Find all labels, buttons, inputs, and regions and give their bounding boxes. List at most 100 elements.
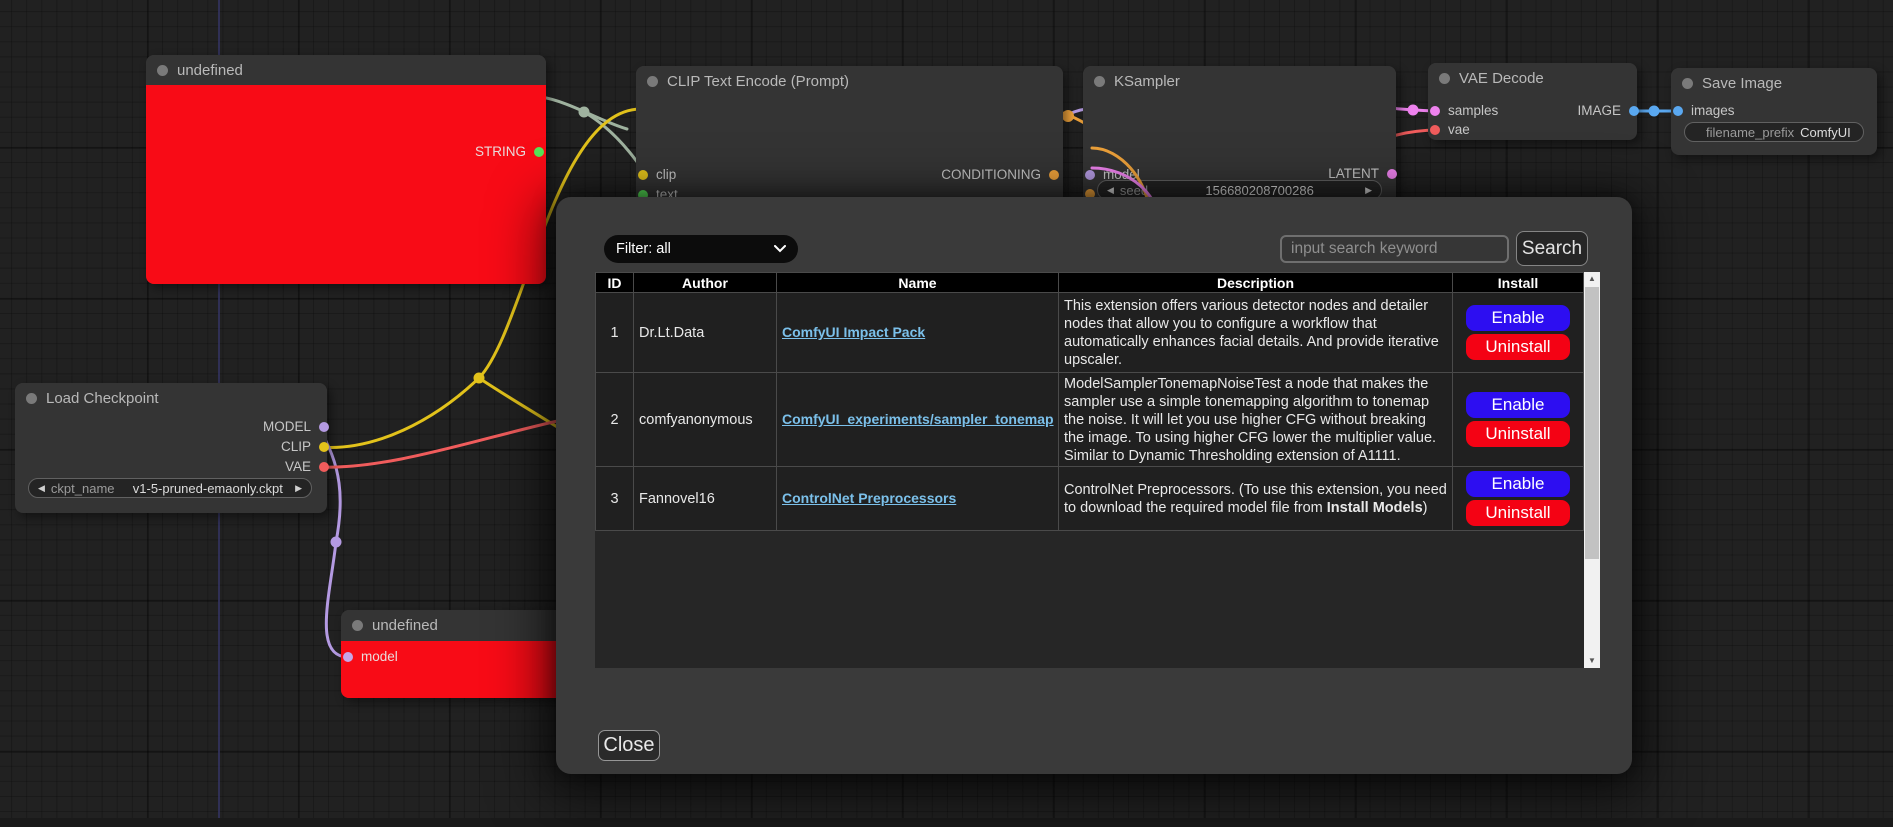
node-load-checkpoint[interactable]: Load Checkpoint MODEL CLIP VAE ◀ ckpt_na… (15, 383, 327, 513)
node-ksampler[interactable]: KSampler model positive negative latent_… (1083, 66, 1396, 206)
slot-dot[interactable] (1085, 170, 1095, 180)
next-arrow-icon[interactable]: ▶ (295, 483, 302, 494)
widget-label: filename_prefix (1706, 125, 1794, 140)
output-slot-conditioning[interactable]: CONDITIONING (941, 166, 1053, 184)
wire-string-to-text (541, 97, 627, 129)
uninstall-button[interactable]: Uninstall (1466, 500, 1570, 526)
cell-description: This extension offers various detector n… (1059, 293, 1453, 373)
slot-dot[interactable] (319, 462, 329, 472)
slot-dot[interactable] (319, 422, 329, 432)
node-collapse-dot-icon[interactable] (647, 76, 658, 87)
decrement-arrow-icon[interactable]: ◀ (1107, 185, 1114, 196)
node-title: KSampler (1114, 73, 1180, 90)
uninstall-button[interactable]: Uninstall (1466, 334, 1570, 360)
scrollbar-up-arrow-icon[interactable]: ▲ (1584, 272, 1600, 286)
node-collapse-dot-icon[interactable] (1682, 78, 1693, 89)
cell-author: Fannovel16 (634, 467, 777, 531)
node-clip-text-encode[interactable]: CLIP Text Encode (Prompt) clip text COND… (636, 66, 1063, 200)
increment-arrow-icon[interactable]: ▶ (1365, 185, 1372, 196)
slot-dot[interactable] (1049, 170, 1059, 180)
output-slot-string[interactable]: STRING (475, 143, 538, 161)
close-button[interactable]: Close (598, 730, 660, 761)
node-title: Save Image (1702, 75, 1782, 92)
slot-dot[interactable] (1673, 106, 1683, 116)
node-title-bar[interactable]: KSampler (1083, 66, 1396, 96)
cell-install: Enable Uninstall (1453, 373, 1584, 467)
wire-midpoint-dot (1062, 110, 1074, 122)
slot-dot[interactable] (1430, 106, 1440, 116)
node-collapse-dot-icon[interactable] (157, 65, 168, 76)
table-header-row: ID Author Name Description Install (596, 273, 1584, 293)
canvas-edge (0, 818, 1893, 827)
slot-dot[interactable] (534, 147, 544, 157)
extension-link[interactable]: ComfyUI_experiments/sampler_tonemap (782, 411, 1054, 427)
slot-dot[interactable] (343, 652, 353, 662)
input-slot-images[interactable]: images (1679, 102, 1735, 120)
extension-link[interactable]: ControlNet Preprocessors (782, 490, 956, 506)
header-description: Description (1059, 273, 1453, 293)
slot-dot[interactable] (319, 442, 329, 452)
extension-link[interactable]: ComfyUI Impact Pack (782, 324, 925, 340)
node-collapse-dot-icon[interactable] (1094, 76, 1105, 87)
input-slot-model[interactable]: model (349, 648, 398, 666)
node-title-bar[interactable]: CLIP Text Encode (Prompt) (636, 66, 1063, 96)
slot-dot[interactable] (1430, 125, 1440, 135)
wire-midpoint-dot (1649, 106, 1660, 117)
node-undefined-top[interactable]: undefined STRING (146, 55, 546, 284)
slot-label: LATENT (1328, 166, 1379, 181)
node-title: undefined (177, 62, 243, 79)
slot-label: STRING (475, 144, 526, 159)
node-title: undefined (372, 617, 438, 634)
slot-label: clip (656, 167, 676, 182)
cell-description: ModelSamplerTonemapNoiseTest a node that… (1059, 373, 1453, 467)
header-name: Name (777, 273, 1059, 293)
node-collapse-dot-icon[interactable] (1439, 73, 1450, 84)
slot-label: vae (1448, 122, 1470, 137)
custom-nodes-manager-dialog: Filter: all Search ID Author Name Descri… (556, 197, 1632, 774)
node-title-bar[interactable]: Save Image (1671, 68, 1877, 98)
enable-button[interactable]: Enable (1466, 305, 1570, 331)
scrollbar-thumb[interactable] (1585, 287, 1599, 559)
enable-button[interactable]: Enable (1466, 471, 1570, 497)
node-title-bar[interactable]: undefined (146, 55, 546, 85)
slot-label: VAE (285, 459, 311, 474)
input-slot-vae[interactable]: vae (1436, 121, 1470, 139)
table-scrollbar[interactable]: ▲ ▼ (1584, 272, 1600, 668)
cell-id: 1 (596, 293, 634, 373)
slot-dot[interactable] (1387, 169, 1397, 179)
node-title: Load Checkpoint (46, 390, 159, 407)
node-save-image[interactable]: Save Image images filename_prefix ComfyU… (1671, 68, 1877, 155)
comfyui-canvas[interactable]: undefined STRING CLIP Text Encode (Promp… (0, 0, 1893, 827)
slot-dot[interactable] (638, 170, 648, 180)
input-slot-samples[interactable]: samples (1436, 102, 1498, 120)
scrollbar-down-arrow-icon[interactable]: ▼ (1584, 654, 1600, 668)
node-title-bar[interactable]: Load Checkpoint (15, 383, 327, 413)
output-slot-clip[interactable]: CLIP (281, 438, 323, 456)
chevron-down-icon (774, 245, 786, 253)
wire-midpoint-dot (1408, 105, 1419, 116)
node-title-bar[interactable]: VAE Decode (1428, 63, 1637, 93)
input-slot-clip[interactable]: clip (644, 166, 676, 184)
search-button[interactable]: Search (1516, 231, 1588, 266)
node-collapse-dot-icon[interactable] (26, 393, 37, 404)
description-text: ) (1423, 500, 1428, 516)
cell-description: ControlNet Preprocessors. (To use this e… (1059, 467, 1453, 531)
ckpt-name-widget[interactable]: ◀ ckpt_name v1-5-pruned-emaonly.ckpt ▶ (28, 478, 312, 498)
search-input[interactable] (1280, 235, 1509, 263)
node-vae-decode[interactable]: VAE Decode samples vae IMAGE (1428, 63, 1637, 140)
filename-prefix-widget[interactable]: filename_prefix ComfyUI (1684, 122, 1864, 142)
output-slot-model[interactable]: MODEL (263, 418, 323, 436)
slot-label: images (1691, 103, 1735, 118)
wire-clip-a (318, 378, 479, 448)
uninstall-button[interactable]: Uninstall (1466, 421, 1570, 447)
header-install: Install (1453, 273, 1584, 293)
slot-dot[interactable] (1629, 106, 1639, 116)
widget-value: 156680208700286 (1205, 183, 1313, 198)
enable-button[interactable]: Enable (1466, 392, 1570, 418)
node-collapse-dot-icon[interactable] (352, 620, 363, 631)
output-slot-image[interactable]: IMAGE (1577, 102, 1633, 120)
wire-midpoint-dot (474, 373, 485, 384)
filter-dropdown[interactable]: Filter: all (604, 235, 798, 263)
previous-arrow-icon[interactable]: ◀ (38, 483, 45, 494)
output-slot-vae[interactable]: VAE (285, 458, 323, 476)
